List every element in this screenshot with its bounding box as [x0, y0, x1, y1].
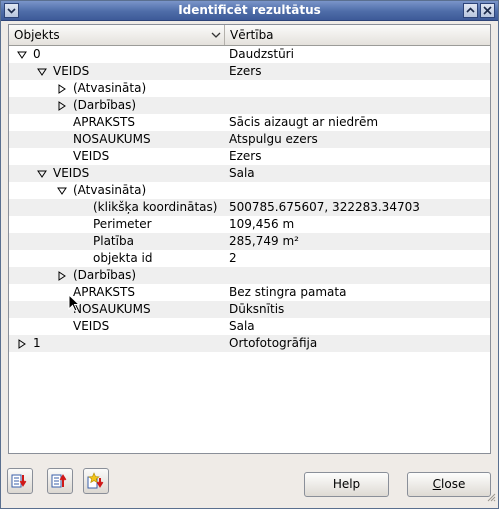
collapsed-arrow-icon[interactable]	[17, 339, 27, 349]
tree-header: Objekts Vērtība	[9, 25, 490, 46]
identify-results-window: Identificēt rezultātus Objekts Vērtība 0…	[0, 0, 499, 509]
close-button-mnemonic: C	[432, 477, 442, 491]
tree-row-label: (Atvasināta)	[73, 183, 147, 197]
tree-row[interactable]: (klikšķa koordinātas) 500785.675607, 322…	[9, 199, 490, 216]
tree-row-value: 285,749 m²	[229, 234, 299, 248]
column-header-value-label: Vērtība	[230, 28, 274, 42]
collapsed-arrow-icon[interactable]	[57, 271, 67, 281]
shade-button[interactable]	[463, 3, 478, 18]
close-button-label: lose	[441, 477, 466, 491]
tree-row[interactable]: APRAKSTS Sācis aizaugt ar niedrēm	[9, 114, 490, 131]
tree-row[interactable]: objekta id 2	[9, 250, 490, 267]
tree-row-label: VEIDS	[53, 64, 90, 78]
tree-row[interactable]: 1 Ortofotogrāfija	[9, 335, 490, 352]
expand-all-icon	[11, 474, 27, 488]
tree-row[interactable]: (Atvasināta)	[9, 182, 490, 199]
tree-row-value: Daudzstūri	[229, 47, 294, 61]
results-tree[interactable]: Objekts Vērtība 0 Daudzstūri VEIDS Ezers…	[8, 24, 491, 454]
tree-row-value: Dūksnītis	[229, 302, 285, 316]
button-bar: Help Close	[1, 464, 498, 504]
tree-row-label: VEIDS	[73, 149, 110, 163]
collapsed-arrow-icon[interactable]	[57, 84, 67, 94]
collapse-all-button[interactable]	[47, 468, 73, 494]
tree-row-label: (Darbības)	[73, 98, 137, 112]
tree-row-label: Platība	[93, 234, 134, 248]
tree-row-value: Sala	[229, 319, 255, 333]
tree-row-label: NOSAUKUMS	[73, 302, 151, 316]
tree-row-label: VEIDS	[53, 166, 90, 180]
tree-row-label: VEIDS	[73, 319, 110, 333]
tree-row-value: Sala	[229, 166, 255, 180]
column-header-object-label: Objekts	[14, 28, 60, 42]
tree-row[interactable]: (Darbības)	[9, 267, 490, 284]
tree-row-label: Perimeter	[93, 217, 152, 231]
help-button[interactable]: Help	[304, 472, 389, 497]
tree-row[interactable]: VEIDS Sala	[9, 318, 490, 335]
tree-row[interactable]: (Darbības)	[9, 97, 490, 114]
window-title: Identificēt rezultātus	[178, 3, 321, 17]
expanded-arrow-icon[interactable]	[57, 186, 67, 196]
tree-rows: 0 Daudzstūri VEIDS Ezers (Atvasināta) (D…	[9, 46, 490, 352]
tree-row[interactable]: (Atvasināta)	[9, 80, 490, 97]
highlight-feature-button[interactable]	[83, 468, 109, 494]
expanded-arrow-icon[interactable]	[17, 50, 27, 60]
expanded-arrow-icon[interactable]	[37, 169, 47, 179]
title-bar[interactable]: Identificēt rezultātus	[1, 1, 498, 21]
resize-grip-icon[interactable]	[486, 492, 496, 502]
tree-row-value: Sācis aizaugt ar niedrēm	[229, 115, 379, 129]
tree-row-value: Ortofotogrāfija	[229, 336, 318, 350]
tree-row-label: (klikšķa koordinātas)	[93, 200, 218, 214]
tree-row-label: NOSAUKUMS	[73, 132, 151, 146]
tree-row-label: 0	[33, 47, 41, 61]
close-icon	[483, 6, 492, 15]
tree-row-value: 2	[229, 251, 237, 265]
tree-row[interactable]: VEIDS Ezers	[9, 148, 490, 165]
mouse-pointer-icon	[68, 294, 80, 312]
highlight-feature-icon	[87, 472, 104, 489]
tree-row-label: APRAKSTS	[73, 285, 135, 299]
tree-row[interactable]: Platība 285,749 m²	[9, 233, 490, 250]
tree-row-value: Ezers	[229, 149, 262, 163]
tree-row-label: 1	[33, 336, 41, 350]
tree-row[interactable]: APRAKSTS Bez stingra pamata	[9, 284, 490, 301]
tree-row-value: 109,456 m	[229, 217, 295, 231]
tree-row[interactable]: NOSAUKUMS Atspulgu ezers	[9, 131, 490, 148]
tree-row[interactable]: 0 Daudzstūri	[9, 46, 490, 63]
tree-row-label: objekta id	[93, 251, 153, 265]
tree-row-label: (Darbības)	[73, 268, 137, 282]
collapsed-arrow-icon[interactable]	[57, 101, 67, 111]
collapse-all-icon	[51, 474, 67, 488]
close-button[interactable]: Close	[407, 472, 491, 497]
column-header-object[interactable]: Objekts	[9, 25, 225, 45]
tree-row[interactable]: NOSAUKUMS Dūksnītis	[9, 301, 490, 318]
expanded-arrow-icon[interactable]	[37, 67, 47, 77]
chevron-down-icon	[211, 32, 221, 38]
expand-all-button[interactable]	[7, 468, 33, 494]
tree-row[interactable]: VEIDS Sala	[9, 165, 490, 182]
tree-row-label: APRAKSTS	[73, 115, 135, 129]
tree-row-label: (Atvasināta)	[73, 81, 147, 95]
tree-row-value: 500785.675607, 322283.34703	[229, 200, 420, 214]
window-close-button[interactable]	[480, 3, 495, 18]
column-header-value[interactable]: Vērtība	[225, 25, 490, 45]
tree-row[interactable]: VEIDS Ezers	[9, 63, 490, 80]
tree-row-value: Atspulgu ezers	[229, 132, 318, 146]
tree-row-value: Bez stingra pamata	[229, 285, 347, 299]
chevron-up-icon	[466, 7, 475, 13]
tree-row-value: Ezers	[229, 64, 262, 78]
tree-row[interactable]: Perimeter 109,456 m	[9, 216, 490, 233]
